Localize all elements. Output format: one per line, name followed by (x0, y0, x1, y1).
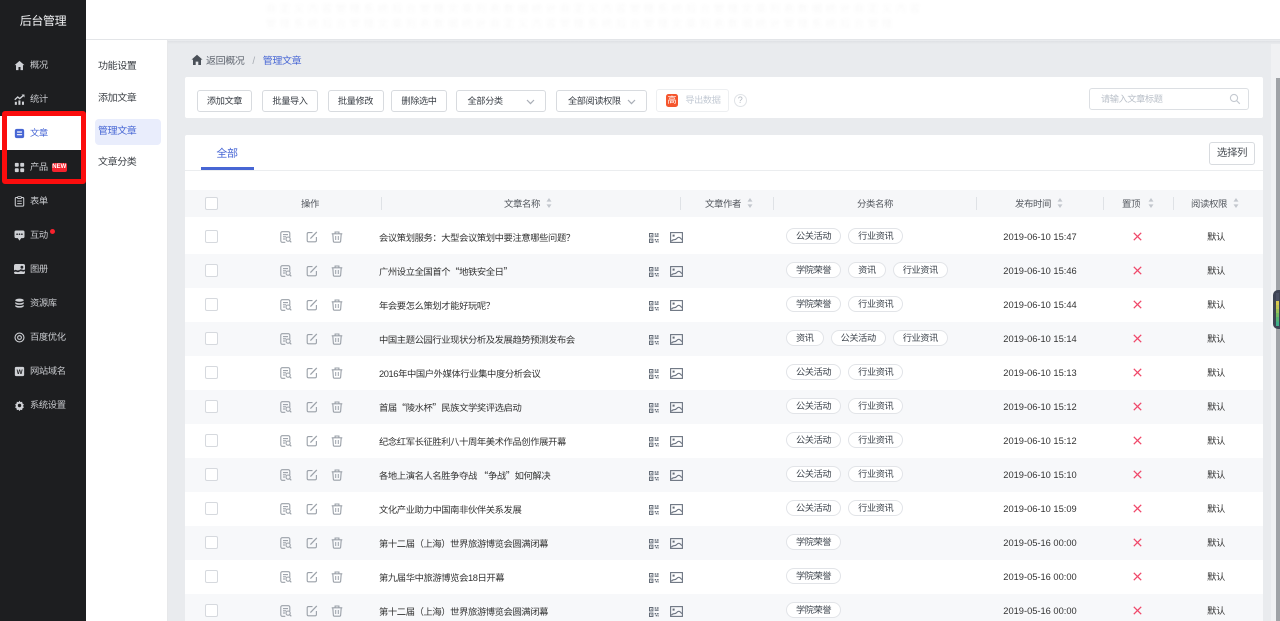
svg-text:W: W (16, 368, 22, 375)
